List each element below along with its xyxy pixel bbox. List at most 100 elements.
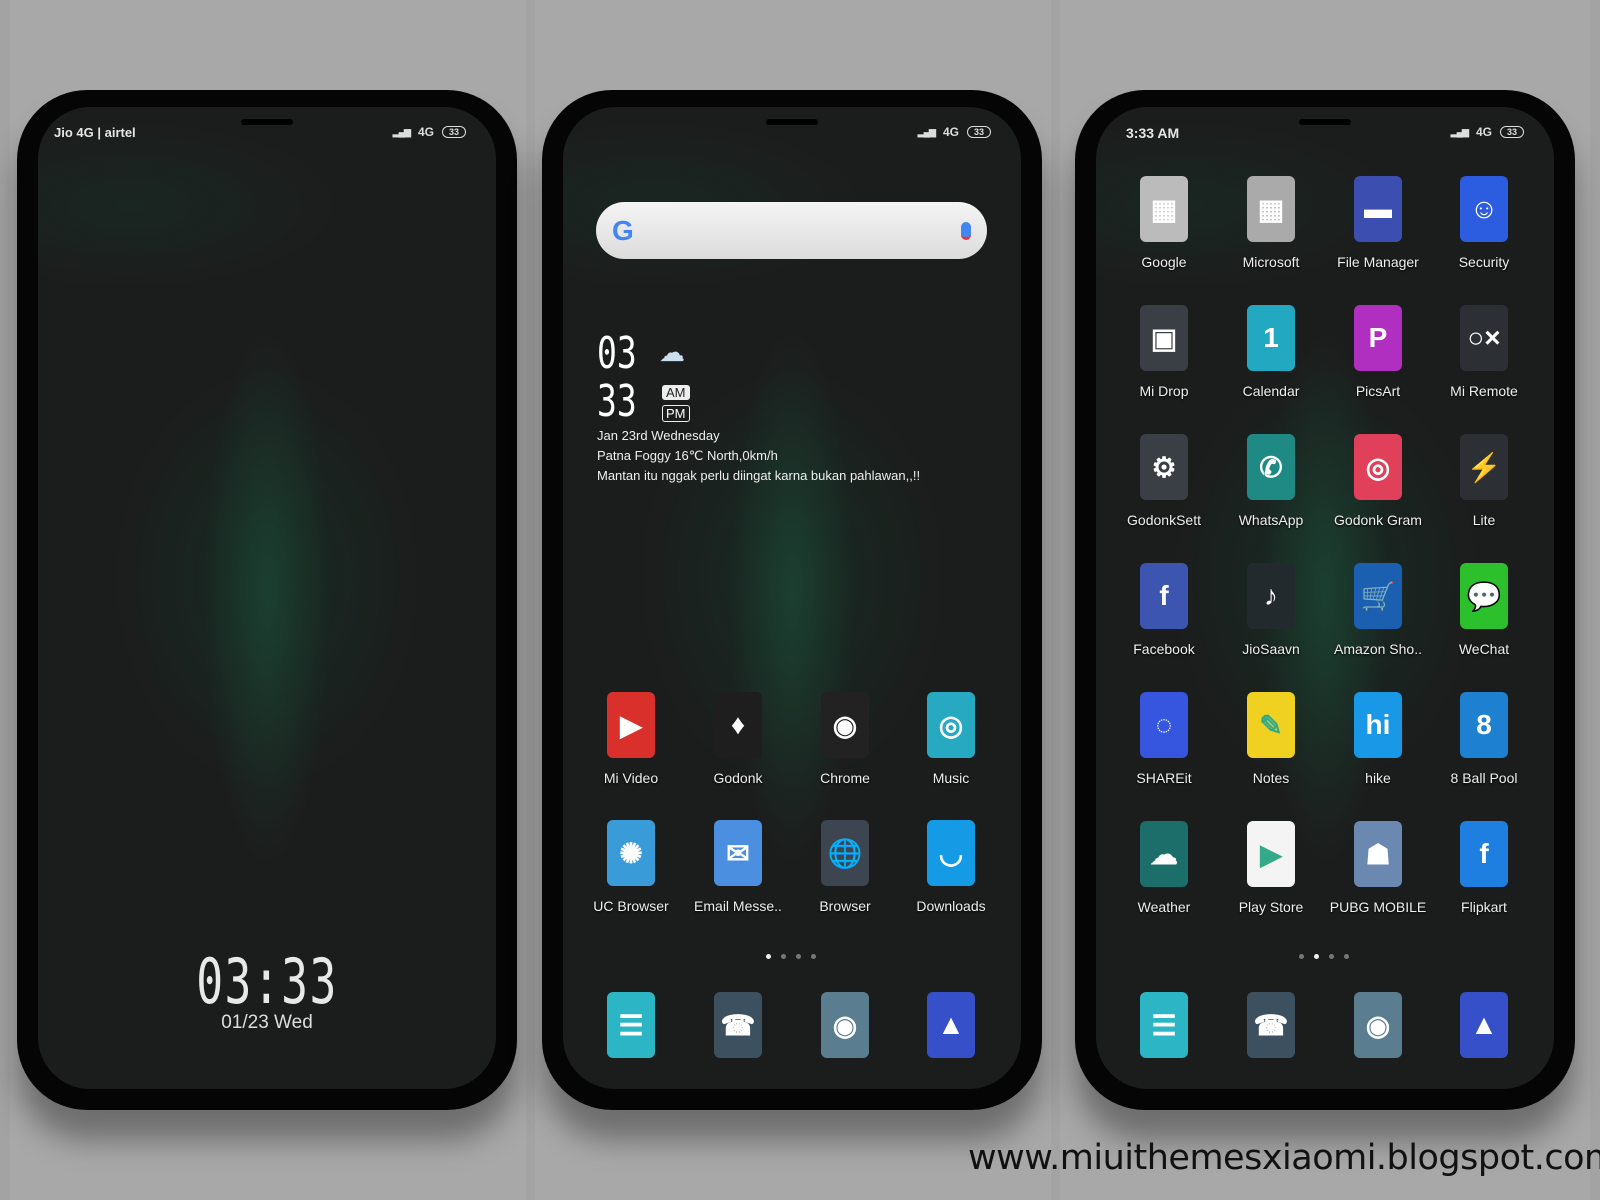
- folder-icon: ▦: [1140, 176, 1188, 242]
- battery-icon: 33: [966, 126, 991, 138]
- app-downloads[interactable]: ◡ Downloads: [898, 820, 1004, 914]
- download-icon: ◡: [927, 820, 975, 886]
- app-pubg-mobile[interactable]: ☗ PUBG MOBILE: [1325, 821, 1431, 915]
- battery-icon: 33: [1499, 126, 1524, 138]
- phone-lockscreen: Jio 4G | airtel ▂▄▆ 4G 33 03:33 01/23 Wed: [17, 90, 517, 1110]
- app-gallery-icon[interactable]: ▲: [898, 992, 1004, 1058]
- app-label: File Manager: [1337, 254, 1419, 270]
- app-phone-icon[interactable]: ☎: [1218, 992, 1324, 1058]
- app-security[interactable]: ☺ Security: [1431, 176, 1537, 270]
- facebook-icon: f: [1140, 563, 1188, 629]
- app-gallery-icon[interactable]: ▲: [1431, 992, 1537, 1058]
- google-search-bar[interactable]: G: [596, 202, 987, 259]
- app-picsart[interactable]: P PicsArt: [1325, 305, 1431, 399]
- app-google[interactable]: ▦ Google: [1111, 176, 1217, 270]
- app-label: Microsoft: [1242, 254, 1300, 270]
- weather-text: Patna Foggy 16℃ North,0km/h: [597, 448, 778, 463]
- clock-minute: 33: [597, 376, 637, 427]
- app-label: Amazon Sho..: [1334, 641, 1422, 657]
- app-label: Play Store: [1238, 899, 1304, 915]
- app-facebook[interactable]: f Facebook: [1111, 563, 1217, 657]
- page-dot[interactable]: [1329, 954, 1334, 959]
- earpiece: [241, 119, 293, 125]
- app-label: Security: [1458, 254, 1510, 270]
- music-icon: ◎: [927, 692, 975, 758]
- phone-icon: ☎: [714, 992, 762, 1058]
- lock-date: 01/23 Wed: [221, 1012, 313, 1033]
- app-label: Godonk Gram: [1334, 512, 1422, 528]
- app-flipkart[interactable]: f Flipkart: [1431, 821, 1537, 915]
- app-hike[interactable]: hi hike: [1325, 692, 1431, 786]
- app-8-ball-pool[interactable]: 8 8 Ball Pool: [1431, 692, 1537, 786]
- picsart-icon: P: [1354, 305, 1402, 371]
- app-label: PicsArt: [1355, 383, 1401, 399]
- mic-icon[interactable]: [961, 221, 971, 240]
- app-camera-icon[interactable]: ◉: [1325, 992, 1431, 1058]
- network-label: 4G: [1475, 125, 1492, 139]
- app-messages-icon[interactable]: ☰: [578, 992, 684, 1058]
- weather-foggy-icon: ☁: [659, 337, 685, 367]
- page-dot[interactable]: [1299, 954, 1304, 959]
- app-microsoft[interactable]: ▦ Microsoft: [1218, 176, 1324, 270]
- watermark: www.miuithemesxiaomi.blogspot.com: [968, 1138, 1600, 1178]
- app-messages-icon[interactable]: ☰: [1111, 992, 1217, 1058]
- app-godonk[interactable]: ♦ Godonk: [685, 692, 791, 786]
- status-icons: ▂▄▆ 4G 33: [393, 125, 466, 139]
- app-label: Calendar: [1242, 383, 1300, 399]
- page-dot[interactable]: [1314, 954, 1319, 959]
- app-label: PUBG MOBILE: [1329, 899, 1427, 915]
- carrier-label: Jio 4G | airtel: [54, 125, 136, 140]
- app-notes[interactable]: ✎ Notes: [1218, 692, 1324, 786]
- phone-icon: ☎: [1247, 992, 1295, 1058]
- page-dot[interactable]: [1344, 954, 1349, 959]
- page-dot[interactable]: [796, 954, 801, 959]
- app-jiosaavn[interactable]: ♪ JioSaavn: [1218, 563, 1324, 657]
- page-indicator[interactable]: [1299, 954, 1349, 959]
- squirrel-icon: ✺: [607, 820, 655, 886]
- app-lite[interactable]: ⚡ Lite: [1431, 434, 1537, 528]
- hike-icon: hi: [1354, 692, 1402, 758]
- playstore-icon: ▶: [1247, 821, 1295, 887]
- app-shareit[interactable]: ◌ SHAREit: [1111, 692, 1217, 786]
- app-mi-remote[interactable]: ○× Mi Remote: [1431, 305, 1537, 399]
- app-music[interactable]: ◎ Music: [898, 692, 1004, 786]
- folder-icon: ▦: [1247, 176, 1295, 242]
- pm-badge: PM: [662, 405, 690, 422]
- app-uc-browser[interactable]: ✺ UC Browser: [578, 820, 684, 914]
- app-godonk-gram[interactable]: ◎ Godonk Gram: [1325, 434, 1431, 528]
- page-dot[interactable]: [781, 954, 786, 959]
- shield-icon: ☺: [1460, 176, 1508, 242]
- app-phone-icon[interactable]: ☎: [685, 992, 791, 1058]
- app-label: Facebook: [1133, 641, 1195, 657]
- app-mi-video[interactable]: ▶ Mi Video: [578, 692, 684, 786]
- app-file-manager[interactable]: ▬ File Manager: [1325, 176, 1431, 270]
- am-badge: AM: [662, 385, 690, 400]
- app-label: WeChat: [1458, 641, 1510, 657]
- globe-icon: 🌐: [821, 820, 869, 886]
- app-label: Google: [1141, 254, 1187, 270]
- briefcase-icon: ▬: [1354, 176, 1402, 242]
- app-label: UC Browser: [593, 898, 669, 914]
- app-play-store[interactable]: ▶ Play Store: [1218, 821, 1324, 915]
- app-browser[interactable]: 🌐 Browser: [792, 820, 898, 914]
- messages-icon: ☰: [607, 992, 655, 1058]
- app-calendar[interactable]: 1 Calendar: [1218, 305, 1324, 399]
- app-weather[interactable]: ☁ Weather: [1111, 821, 1217, 915]
- app-mi-drop[interactable]: ▣ Mi Drop: [1111, 305, 1217, 399]
- camera-icon: ◉: [1354, 992, 1402, 1058]
- app-wechat[interactable]: 💬 WeChat: [1431, 563, 1537, 657]
- app-email-messe[interactable]: ✉ Email Messe..: [685, 820, 791, 914]
- app-chrome[interactable]: ◉ Chrome: [792, 692, 898, 786]
- app-godonksett[interactable]: ⚙ GodonkSett: [1111, 434, 1217, 528]
- page-indicator[interactable]: [766, 954, 816, 959]
- flipkart-icon: f: [1460, 821, 1508, 887]
- app-label: Mi Video: [603, 770, 659, 786]
- app-camera-icon[interactable]: ◉: [792, 992, 898, 1058]
- page-dot[interactable]: [766, 954, 771, 959]
- gear-icon: ⚙: [1140, 434, 1188, 500]
- app-whatsapp[interactable]: ✆ WhatsApp: [1218, 434, 1324, 528]
- page-dot[interactable]: [811, 954, 816, 959]
- remote-icon: ○×: [1460, 305, 1508, 371]
- app-label: Email Messe..: [694, 898, 782, 914]
- app-amazon-sho[interactable]: 🛒 Amazon Sho..: [1325, 563, 1431, 657]
